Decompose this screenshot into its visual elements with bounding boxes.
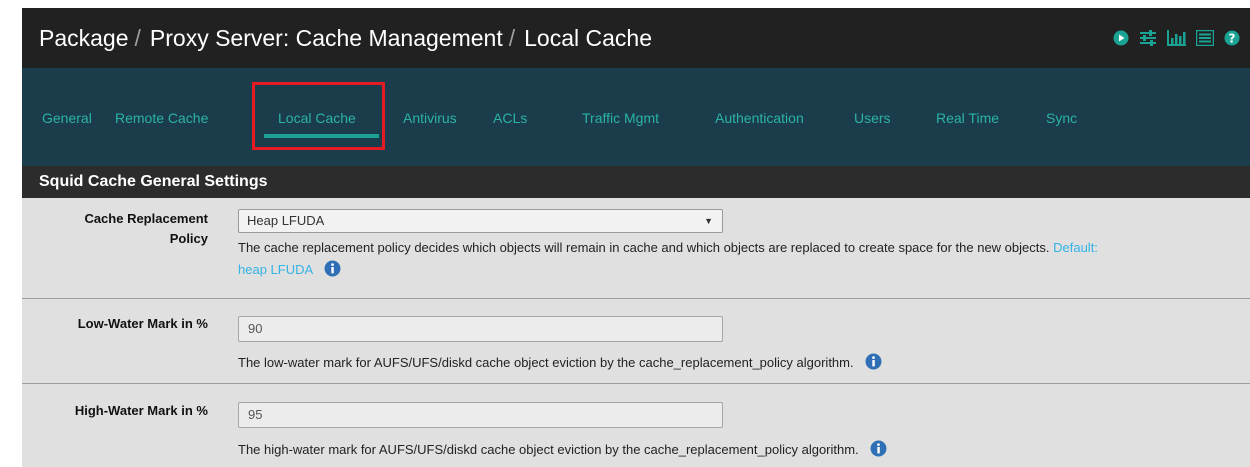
policy-default-value: heap LFUDA — [238, 262, 313, 277]
cache-replacement-policy-select[interactable]: Heap LFUDA ▼ — [238, 209, 723, 233]
breadcrumb-separator: / — [134, 24, 141, 51]
info-icon[interactable] — [870, 440, 887, 464]
low-water-help-text: The low-water mark for AUFS/UFS/diskd ca… — [238, 355, 854, 370]
high-water-label: High-Water Mark in % — [74, 403, 208, 418]
policy-label: Cache Replacement Policy — [40, 209, 208, 249]
highlight-box — [252, 82, 385, 150]
breadcrumb: Package / Proxy Server: Cache Management… — [39, 25, 652, 52]
policy-help-text: The cache replacement policy decides whi… — [238, 240, 1050, 255]
info-icon[interactable] — [865, 353, 882, 377]
play-circle-icon[interactable] — [1113, 30, 1129, 46]
page-header: Package / Proxy Server: Cache Management… — [22, 8, 1250, 68]
tab-antivirus[interactable]: Antivirus — [403, 110, 457, 126]
breadcrumb-proxy-server[interactable]: Proxy Server: Cache Management — [150, 25, 503, 52]
tab-authentication[interactable]: Authentication — [715, 110, 804, 126]
policy-row: Cache Replacement Policy Heap LFUDA ▼ Th… — [22, 198, 1250, 298]
low-water-label: Low-Water Mark in % — [77, 316, 208, 331]
low-water-help: The low-water mark for AUFS/UFS/diskd ca… — [238, 352, 882, 377]
tab-bar: General Remote Cache Local Cache Antivir… — [22, 68, 1250, 166]
help-icon[interactable]: ? — [1224, 30, 1240, 46]
tab-remote-cache[interactable]: Remote Cache — [115, 110, 208, 126]
low-water-row: Low-Water Mark in % 90 The low-water mar… — [22, 299, 1250, 383]
high-water-help-text: The high-water mark for AUFS/UFS/diskd c… — [238, 442, 859, 457]
breadcrumb-local-cache: Local Cache — [524, 24, 652, 51]
breadcrumb-separator: / — [508, 24, 516, 51]
tab-users[interactable]: Users — [854, 110, 891, 126]
app-frame: Package / Proxy Server: Cache Management… — [22, 8, 1250, 467]
section-title: Squid Cache General Settings — [22, 166, 1250, 198]
tab-sync[interactable]: Sync — [1046, 110, 1077, 126]
high-water-row: High-Water Mark in % 95 The high-water m… — [22, 384, 1250, 467]
sliders-icon[interactable] — [1139, 30, 1157, 46]
tab-acls[interactable]: ACLs — [493, 110, 527, 126]
policy-help-line2: heap LFUDA — [238, 259, 341, 284]
bar-chart-icon[interactable] — [1167, 30, 1186, 46]
tab-general[interactable]: General — [42, 110, 92, 126]
policy-label-line2: Policy — [169, 231, 208, 246]
policy-selected-value: Heap LFUDA — [247, 213, 325, 228]
info-icon[interactable] — [324, 260, 341, 284]
tab-traffic-mgmt[interactable]: Traffic Mgmt — [582, 110, 659, 126]
high-water-input[interactable]: 95 — [238, 402, 723, 428]
breadcrumb-package[interactable]: Package — [39, 25, 129, 52]
tab-real-time[interactable]: Real Time — [936, 110, 999, 126]
header-icons: ? — [1113, 8, 1240, 68]
policy-label-line1: Cache Replacement — [84, 211, 208, 226]
svg-text:?: ? — [1229, 32, 1236, 46]
low-water-input[interactable]: 90 — [238, 316, 723, 342]
list-icon[interactable] — [1196, 30, 1214, 46]
policy-help: The cache replacement policy decides whi… — [238, 237, 1098, 259]
high-water-help: The high-water mark for AUFS/UFS/diskd c… — [238, 439, 887, 464]
policy-default-label: Default: — [1053, 240, 1098, 255]
chevron-down-icon: ▼ — [704, 216, 713, 226]
